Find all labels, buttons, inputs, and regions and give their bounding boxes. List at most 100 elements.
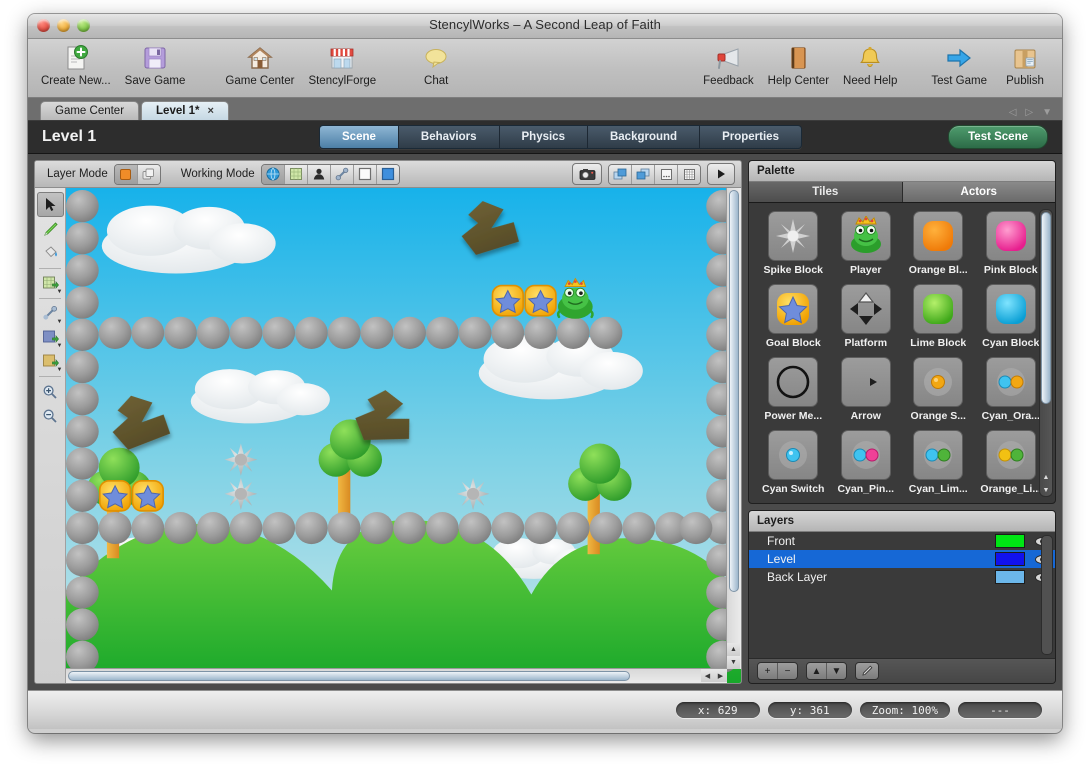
chevron-down-icon[interactable]: ▼	[57, 367, 63, 373]
test-scene-button[interactable]: Test Scene	[948, 125, 1048, 149]
scroll-down-icon[interactable]: ▼	[727, 656, 740, 669]
stencylforge-button[interactable]: StencylForge	[301, 39, 383, 87]
palette-item-label: Spike Block	[763, 264, 823, 276]
close-tab-icon[interactable]: ×	[208, 105, 214, 117]
palette-item-cyan-orange-switch[interactable]: Cyan_Ora...	[975, 357, 1048, 422]
layer-row-back-layer[interactable]: Back Layer	[749, 568, 1055, 586]
publish-button[interactable]: Publish	[994, 39, 1056, 87]
bring-forward-icon[interactable]	[609, 165, 632, 184]
canvas-vscroll-thumb[interactable]	[729, 190, 739, 592]
feedback-label: Feedback	[703, 75, 754, 87]
chevron-down-icon[interactable]: ▼	[57, 343, 63, 349]
joint-link-icon[interactable]	[331, 165, 354, 184]
camera-icon[interactable]	[572, 163, 602, 185]
document-tab-strip: Game Center Level 1* × ◁ ▷ ▼	[28, 98, 1062, 121]
tile-grid-icon[interactable]	[285, 165, 308, 184]
actor-person-icon[interactable]	[308, 165, 331, 184]
white-region-icon[interactable]	[354, 165, 377, 184]
palette-item-pink-block[interactable]: Pink Block	[975, 211, 1048, 276]
pencil-icon[interactable]	[38, 218, 63, 241]
layers-scrollbar[interactable]	[1041, 535, 1053, 655]
region-yellow-icon[interactable]: ▼	[38, 350, 63, 373]
test-game-label: Test Game	[931, 75, 987, 87]
tab-game-center[interactable]: Game Center	[40, 101, 139, 120]
grid-icon[interactable]	[678, 165, 700, 184]
palette-item-power-meter[interactable]: Power Me...	[757, 357, 830, 422]
layer-mode-group	[114, 164, 161, 185]
need-help-button[interactable]: Need Help	[836, 39, 904, 87]
tab-physics[interactable]: Physics	[500, 126, 588, 148]
blue-region-icon[interactable]	[377, 165, 399, 184]
chevron-down-icon[interactable]: ▼	[57, 319, 63, 325]
palette-item-cyan-block[interactable]: Cyan Block	[975, 284, 1048, 349]
snap-icon[interactable]	[655, 165, 678, 184]
palette-item-orange-switch[interactable]: Orange S...	[902, 357, 975, 422]
palette-tab-actors[interactable]: Actors	[903, 182, 1056, 202]
palette-item-cyan-lime-switch[interactable]: Cyan_Lim...	[902, 430, 975, 495]
palette-item-lime-block[interactable]: Lime Block	[902, 284, 975, 349]
palette-item-orange-lime-switch[interactable]: Orange_Li...	[975, 430, 1048, 495]
send-backward-icon[interactable]	[632, 165, 655, 184]
scroll-right-icon[interactable]: ▶	[714, 669, 727, 682]
palette-item-cyan-switch[interactable]: Cyan Switch	[757, 430, 830, 495]
region-blue-icon[interactable]: ▼	[38, 326, 63, 349]
tab-background[interactable]: Background	[588, 126, 700, 148]
palette-scroll-down-icon[interactable]: ▼	[1040, 484, 1052, 496]
canvas-vertical-scrollbar[interactable]: ▲ ▼	[726, 188, 741, 669]
feedback-button[interactable]: Feedback	[696, 39, 761, 87]
remove-layer-button[interactable]: −	[778, 663, 797, 679]
main-body: Layer Mode Working Mode	[28, 154, 1062, 690]
tab-level-1-label: Level 1*	[156, 105, 199, 117]
canvas-hscroll-thumb[interactable]	[68, 671, 630, 681]
cursor-arrow-icon[interactable]	[37, 192, 64, 217]
zoom-in-icon[interactable]	[38, 380, 63, 403]
layer-color-swatch[interactable]	[995, 534, 1025, 548]
palette-tab-tiles[interactable]: Tiles	[749, 182, 903, 202]
test-game-button[interactable]: Test Game	[924, 39, 994, 87]
paint-bucket-icon[interactable]	[38, 242, 63, 265]
palette-scroll-up-icon[interactable]: ▲	[1040, 471, 1052, 483]
scene-canvas[interactable]: ▲ ▼ ◀ ▶	[66, 188, 741, 683]
globe-icon[interactable]	[262, 165, 285, 184]
tab-prev-icon[interactable]: ◁	[1009, 107, 1017, 118]
layer-row-front[interactable]: Front	[749, 532, 1055, 550]
layer-row-level[interactable]: Level	[749, 550, 1055, 568]
tab-menu-icon[interactable]: ▼	[1042, 107, 1052, 118]
tab-level-1[interactable]: Level 1* ×	[141, 101, 229, 120]
create-new-button[interactable]: Create New...	[34, 39, 118, 87]
chevron-down-icon[interactable]: ▼	[57, 289, 63, 295]
layer-color-swatch[interactable]	[995, 552, 1025, 566]
palette-scroll-thumb[interactable]	[1041, 212, 1051, 404]
chat-button[interactable]: Chat	[405, 39, 467, 87]
palette-item-cyan-pink-switch[interactable]: Cyan_Pin...	[830, 430, 903, 495]
save-game-button[interactable]: Save Game	[118, 39, 193, 87]
palette-item-spike-block[interactable]: Spike Block	[757, 211, 830, 276]
canvas-horizontal-scrollbar[interactable]: ◀ ▶	[66, 668, 727, 683]
power-meter-icon	[768, 357, 818, 407]
all-layers-icon[interactable]	[138, 165, 160, 184]
joint-tool-icon[interactable]: ▼	[38, 302, 63, 325]
edit-layer-button[interactable]	[856, 663, 878, 679]
tab-scene[interactable]: Scene	[320, 126, 399, 148]
palette-item-player[interactable]: Player	[830, 211, 903, 276]
palette-item-platform[interactable]: Platform	[830, 284, 903, 349]
palette-item-orange-block[interactable]: Orange Bl...	[902, 211, 975, 276]
tab-properties[interactable]: Properties	[700, 126, 801, 148]
help-center-button[interactable]: Help Center	[761, 39, 836, 87]
game-center-button[interactable]: Game Center	[218, 39, 301, 87]
scroll-up-icon[interactable]: ▲	[727, 643, 740, 656]
zoom-out-icon[interactable]	[38, 404, 63, 427]
add-layer-button[interactable]: +	[758, 663, 778, 679]
scroll-left-icon[interactable]: ◀	[701, 669, 714, 682]
palette-item-arrow[interactable]: Arrow	[830, 357, 903, 422]
play-icon[interactable]	[707, 163, 735, 185]
tab-behaviors[interactable]: Behaviors	[399, 126, 500, 148]
palette-scrollbar[interactable]: ▲ ▼	[1039, 209, 1053, 497]
tile-stamp-icon[interactable]: ▼	[38, 272, 63, 295]
layer-color-swatch[interactable]	[995, 570, 1025, 584]
move-layer-up-button[interactable]: ▲	[807, 663, 827, 679]
single-layer-icon[interactable]	[115, 165, 138, 184]
move-layer-down-button[interactable]: ▼	[827, 663, 846, 679]
palette-item-goal-block[interactable]: Goal Block	[757, 284, 830, 349]
tab-next-icon[interactable]: ▷	[1025, 107, 1033, 118]
